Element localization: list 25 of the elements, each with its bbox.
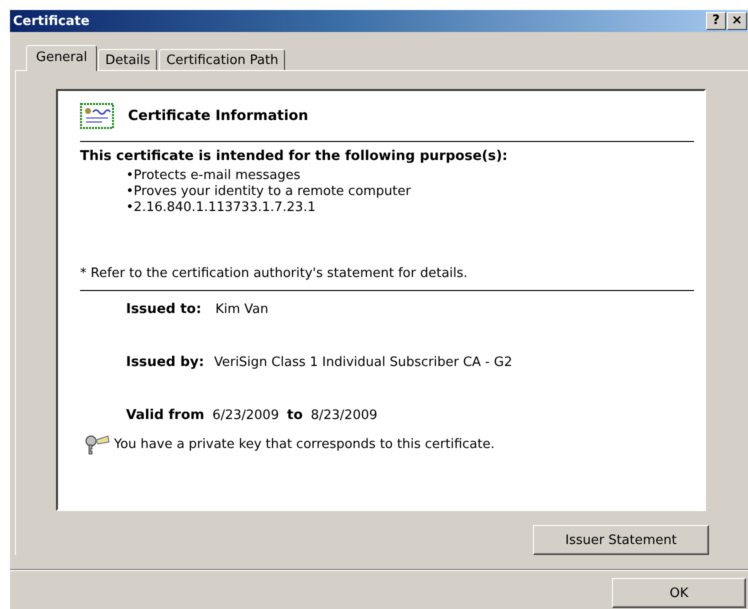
purpose-heading: This certificate is intended for the following purpose(s): (80, 148, 509, 164)
field-value: 8/23/2009 (310, 408, 378, 424)
field-label: to (286, 407, 303, 423)
field-value: Kim Van (215, 302, 268, 318)
field-value: 6/23/2009 (212, 408, 279, 424)
window-title: Certificate (13, 14, 90, 28)
tab[interactable]: Certification Path (159, 49, 286, 70)
key-icon (84, 434, 110, 456)
help-button[interactable]: ? (706, 12, 726, 30)
field-value: VeriSign Class 1 Individual Subscriber CA - G2 (214, 355, 512, 371)
close-button[interactable]: × (727, 12, 747, 30)
field-label: Issued to: (126, 301, 202, 317)
section-heading: Certificate Information (128, 108, 308, 124)
tab[interactable]: General (26, 45, 98, 71)
key-note: You have a private key that corresponds to this certificate. (114, 437, 495, 453)
purpose-item: •Proves your identity to a remote computer (126, 184, 412, 200)
field-label: Valid from (126, 407, 204, 423)
certificate-icon (80, 103, 114, 129)
field-label: Issued by: (126, 354, 204, 370)
note-text: * Refer to the certification authority's statement for details. (80, 266, 469, 282)
issuer-statement-button[interactable]: Issuer Statement (533, 525, 709, 555)
tab[interactable]: Details (98, 49, 158, 70)
purpose-item: •2.16.840.1.113733.1.7.23.1 (126, 200, 317, 216)
purpose-item: •Protects e-mail messages (126, 168, 302, 184)
ok-button[interactable]: OK (612, 578, 746, 608)
